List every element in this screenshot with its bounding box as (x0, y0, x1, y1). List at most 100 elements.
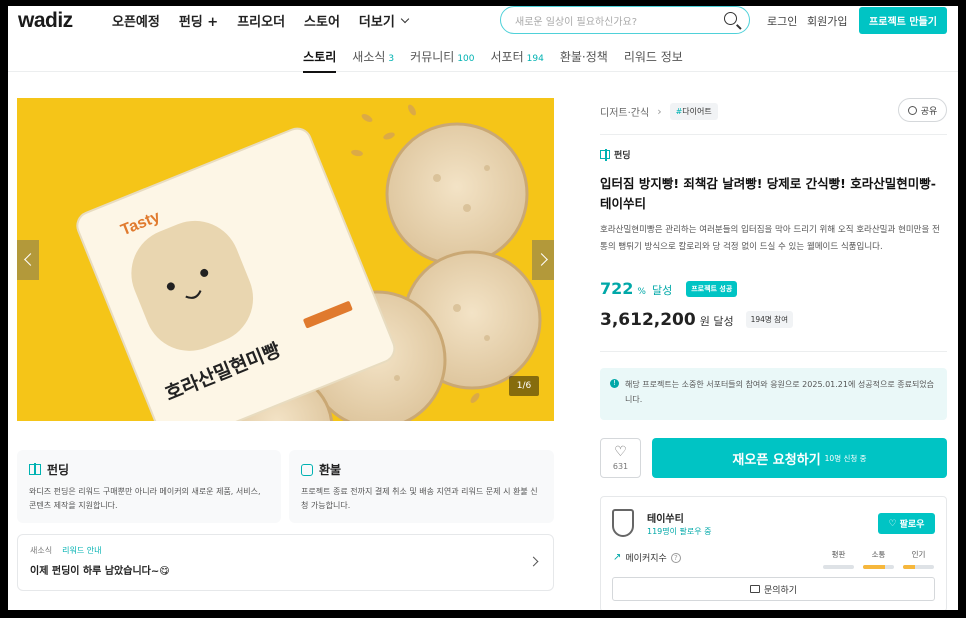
nav-more-label: 더보기 (358, 15, 395, 30)
stat-communication: 소통 (863, 549, 894, 569)
tab-story[interactable]: 스토리 (303, 42, 337, 73)
chevron-down-icon (400, 14, 410, 24)
tab-supporters[interactable]: 서포터 194 (491, 42, 544, 72)
tab-news[interactable]: 새소식 3 (352, 42, 394, 72)
achievement-rate: 722% 달성 프로젝트 성공 (600, 279, 738, 300)
share-icon (907, 105, 917, 115)
breadcrumb: 디저트·간식 › #다이어트 (600, 98, 947, 120)
nav-more[interactable]: 더보기 (358, 11, 410, 30)
nav-open-soon[interactable]: 오픈예정 (112, 11, 160, 30)
project-summary-panel: 디저트·간식 › #다이어트 공유 펀딩 입터짐 방지빵! 죄책감 날려빵! 당… (600, 98, 947, 610)
share-button[interactable]: 공유 (898, 98, 947, 122)
tab-label: 커뮤니티 (410, 50, 455, 64)
hashtag-badge[interactable]: #다이어트 (669, 103, 718, 120)
refund-info-card: 환불 프로젝트 종료 전까지 결제 취소 및 배송 지연과 리워드 문제 시 환… (289, 450, 554, 523)
backer-count: 194명 참여 (745, 311, 793, 328)
amount-value: 3,612,200 (600, 310, 696, 330)
heart-icon: ♡ (614, 444, 627, 460)
search-input[interactable]: 새로운 일상이 필요하신가요? (500, 6, 750, 34)
nav-funding[interactable]: 펀딩 + (179, 11, 218, 30)
stat-popularity: 인기 (903, 549, 934, 569)
stat-bar-fill (903, 565, 916, 569)
funding-tag: 펀딩 (600, 148, 631, 161)
percent-unit: % (637, 287, 646, 297)
gift-icon (600, 149, 610, 161)
category-link[interactable]: 디저트·간식 (600, 104, 649, 119)
completion-notice: ! 해당 프로젝트는 소중한 서포터들의 참여와 응원으로 2025.01.21… (600, 368, 947, 420)
project-tabs: 스토리 새소식 3 커뮤니티 100 서포터 194 환불·정책 리워드 정보 (8, 42, 958, 73)
news-title: 이제 펀딩이 하루 남았습니다~😋 (30, 566, 170, 577)
like-count: 631 (612, 462, 629, 471)
product-photo: Tasty 호라산밀현미빵 (17, 98, 554, 421)
card-title: 펀딩 (47, 463, 70, 477)
wadiz-logo[interactable]: wadiz (18, 9, 73, 33)
funding-tag-label: 펀딩 (614, 151, 631, 161)
gift-icon (29, 463, 41, 475)
product-gallery[interactable]: Tasty 호라산밀현미빵 1/6 (17, 98, 554, 421)
app-window: wadiz 오픈예정 펀딩 + 프리오더 스토어 더보기 새로운 일상이 필요하… (8, 6, 958, 610)
share-label: 공유 (920, 106, 938, 117)
tab-reward-info[interactable]: 리워드 정보 (624, 42, 683, 72)
global-header: wadiz 오픈예정 펀딩 + 프리오더 스토어 더보기 새로운 일상이 필요하… (8, 6, 958, 36)
success-badge: 프로젝트 성공 (686, 281, 738, 297)
stat-label: 평판 (831, 550, 846, 559)
make-project-button[interactable]: 프로젝트 만들기 (859, 7, 947, 34)
search-placeholder: 새로운 일상이 필요하신가요? (515, 17, 638, 28)
stat-reputation: 평판 (823, 549, 854, 569)
maker-name[interactable]: 테이쑤티 (647, 510, 684, 525)
login-link[interactable]: 로그인 (767, 13, 797, 29)
maker-index: ↗ 메이커지수? (613, 551, 681, 564)
stat-label: 인기 (911, 550, 926, 559)
signup-link[interactable]: 회원가입 (807, 13, 847, 29)
follow-label: 팔로우 (899, 520, 925, 530)
notice-text: 해당 프로젝트는 소중한 서포터들의 참여와 응원으로 2025.01.21에 … (625, 380, 935, 404)
gallery-prev-button[interactable] (17, 240, 39, 280)
project-title: 입터짐 방지빵! 죄책감 날려빵! 당제로 간식빵! 호라산밀현미빵-테이쑤티 (600, 176, 936, 211)
heart-icon: ♡ (888, 518, 897, 529)
tab-community[interactable]: 커뮤니티 100 (410, 42, 474, 72)
tab-label: 새소식 (352, 50, 386, 64)
tab-refund-policy[interactable]: 환불·정책 (560, 42, 608, 72)
maker-index-label: 메이커지수 (625, 554, 667, 564)
like-button[interactable]: ♡ 631 (600, 438, 641, 478)
reopen-count: 10명 신청 중 (824, 453, 867, 463)
tab-label: 리워드 정보 (623, 50, 683, 64)
percent-label: 달성 (651, 284, 673, 297)
inquiry-label: 문의하기 (763, 585, 798, 596)
maker-avatar[interactable] (612, 509, 634, 537)
card-text: 와디즈 펀딩은 리워드 구매뿐만 아니라 메이커의 새로운 제품, 서비스, 콘… (29, 487, 261, 510)
follow-button[interactable]: ♡ 팔로우 (878, 513, 935, 534)
stat-label: 소통 (871, 550, 886, 559)
tab-label: 환불·정책 (559, 50, 608, 64)
funded-amount: 3,612,200 원 달성 194명 참여 (600, 310, 793, 331)
card-text: 프로젝트 종료 전까지 결제 취소 및 배송 지연과 리워드 문제 시 환불 신… (301, 487, 538, 510)
clock-icon (301, 463, 313, 476)
hashtag-label: 다이어트 (682, 107, 712, 116)
maker-card: 테이쑤티 119명이 팔로우 중 ♡ 팔로우 ↗ 메이커지수? 평판 소통 인기 문… (600, 496, 947, 610)
gallery-counter: 1/6 (509, 376, 539, 396)
tab-count: 194 (526, 54, 544, 64)
stat-bar-fill (863, 565, 885, 569)
inquiry-button[interactable]: 문의하기 (612, 577, 935, 601)
divider (600, 134, 947, 135)
reopen-request-button[interactable]: 재오픈 요청하기 10명 신청 중 (652, 438, 947, 478)
card-title: 환불 (319, 463, 342, 477)
news-banner[interactable]: 새소식 리워드 안내 이제 펀딩이 하루 남았습니다~😋 (17, 534, 554, 591)
tab-label: 스토리 (303, 50, 337, 64)
help-icon[interactable]: ? (670, 552, 681, 563)
divider (600, 351, 947, 352)
nav-store[interactable]: 스토어 (304, 11, 340, 30)
tab-label: 서포터 (490, 50, 524, 64)
nav-preorder[interactable]: 프리오더 (237, 11, 285, 30)
project-summary: 호라산밀현미빵은 관리하는 여러분들의 입터짐을 막아 드리기 위해 오직 호라… (600, 225, 940, 252)
gallery-next-button[interactable] (532, 240, 554, 280)
search-icon[interactable] (724, 12, 737, 25)
trend-icon: ↗ (613, 552, 622, 563)
global-nav: 오픈예정 펀딩 + 프리오더 스토어 더보기 (112, 11, 410, 30)
info-icon: ! (610, 379, 619, 388)
chat-icon (749, 585, 760, 593)
funding-info-card: 펀딩 와디즈 펀딩은 리워드 구매뿐만 아니라 메이커의 새로운 제품, 서비스… (17, 450, 281, 523)
percent-value: 722 (600, 279, 634, 298)
tab-count: 3 (388, 54, 395, 64)
news-tag: 새소식 (30, 546, 53, 555)
